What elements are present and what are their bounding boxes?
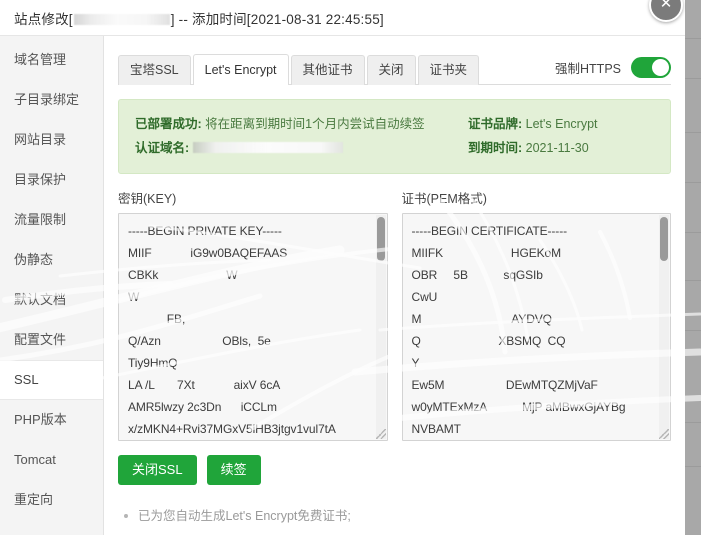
- ssl-panel: 宝塔SSL Let's Encrypt 其他证书 关闭 证书夹 强制HTTPS: [104, 36, 685, 535]
- note-item: 已为您自动生成Let's Encrypt免费证书;: [120, 503, 671, 529]
- scrollbar-thumb[interactable]: [376, 217, 385, 261]
- site-edit-dialog: 站点修改[ ] -- 添加时间[2021-08-31 22:45:55] 域名管理…: [0, 0, 685, 535]
- force-https-control: 强制HTTPS: [555, 57, 671, 84]
- sidebar-item-website-directory[interactable]: 网站目录: [0, 120, 103, 160]
- tab-close[interactable]: 关闭: [366, 55, 416, 85]
- force-https-label: 强制HTTPS: [555, 62, 621, 76]
- key-textarea-content: -----BEGIN PRIVATE KEY----- MIIF iG9w0BA…: [128, 224, 336, 436]
- scrollbar-tick: [685, 466, 701, 467]
- deploy-status-line: 已部署成功: 将在距离到期时间1个月内尝试自动续签: [135, 112, 468, 136]
- cert-textarea-content: -----BEGIN CERTIFICATE----- MIIFK HGEKoM…: [411, 224, 626, 436]
- tab-cert-folder[interactable]: 证书夹: [417, 55, 480, 85]
- key-field-column: 密钥(KEY) -----BEGIN PRIVATE KEY----- MIIF…: [118, 188, 388, 441]
- status-right-column: 证书品牌: Let's Encrypt 到期时间: 2021-11-30: [468, 112, 654, 160]
- ssl-tabbar: 宝塔SSL Let's Encrypt 其他证书 关闭 证书夹 强制HTTPS: [118, 36, 671, 85]
- scrollbar-tick: [685, 330, 701, 331]
- sidebar-item-traffic-limit[interactable]: 流量限制: [0, 200, 103, 240]
- sidebar-item-domain-management[interactable]: 域名管理: [0, 40, 103, 80]
- deploy-status-label: 已部署成功:: [135, 117, 202, 131]
- note-text: 已为您自动生成Let's Encrypt免费证书;: [138, 508, 351, 523]
- dialog-titlebar: 站点修改[ ] -- 添加时间[2021-08-31 22:45:55]: [0, 0, 685, 36]
- dialog-title-prefix: 站点修改[: [14, 11, 73, 27]
- sidebar-item-directory-protection[interactable]: 目录保护: [0, 160, 103, 200]
- sidebar-item-config-file[interactable]: 配置文件: [0, 320, 103, 360]
- scrollbar-tick: [685, 38, 701, 39]
- bullet-icon: [124, 513, 128, 518]
- sidebar-item-php-version[interactable]: PHP版本: [0, 400, 103, 440]
- tab-lets-encrypt[interactable]: Let's Encrypt: [192, 54, 289, 85]
- cert-domain-line: 认证域名:: [135, 136, 468, 160]
- cert-textarea-resize-handle[interactable]: [659, 429, 669, 439]
- scrollbar-tick: [685, 132, 701, 133]
- key-textarea-resize-handle[interactable]: [375, 429, 386, 439]
- scrollbar-tick: [685, 182, 701, 183]
- note-text: 如需使用其他SSL请切换其他证书后粘贴您的KEY以及PEM内容，然后保存即可: [138, 529, 576, 535]
- cert-expire-label: 到期时间:: [468, 141, 523, 155]
- key-field-label: 密钥(KEY): [118, 192, 177, 206]
- cert-domain-label: 认证域名:: [135, 141, 190, 155]
- scrollbar-tick: [685, 78, 701, 79]
- scrollbar-tick: [685, 232, 701, 233]
- close-ssl-button[interactable]: 关闭SSL: [118, 455, 197, 485]
- scrollbar-thumb[interactable]: [660, 217, 668, 261]
- cert-expire-value: 2021-11-30: [525, 141, 589, 155]
- tab-other-cert[interactable]: 其他证书: [290, 55, 365, 85]
- scrollbar-tick: [685, 422, 701, 423]
- toggle-knob: [652, 59, 669, 76]
- deploy-status-value: 将在距离到期时间1个月内尝试自动续签: [205, 117, 425, 131]
- key-textarea-scrollbar[interactable]: [375, 215, 386, 439]
- sidebar-item-ssl[interactable]: SSL: [0, 360, 103, 400]
- dialog-title: 站点修改[ ] -- 添加时间[2021-08-31 22:45:55]: [14, 8, 384, 28]
- sidebar: 域名管理 子目录绑定 网站目录 目录保护 流量限制 伪静态 默认文档 配置文件 …: [0, 36, 104, 535]
- sidebar-item-tomcat[interactable]: Tomcat: [0, 440, 103, 480]
- cert-expire-line: 到期时间: 2021-11-30: [468, 136, 654, 160]
- redacted-cert-domain: [192, 142, 343, 153]
- cert-field-label: 证书(PEM格式): [401, 192, 487, 206]
- dialog-body: 域名管理 子目录绑定 网站目录 目录保护 流量限制 伪静态 默认文档 配置文件 …: [0, 36, 685, 535]
- page-scrollbar[interactable]: [684, 0, 701, 535]
- sidebar-item-default-document[interactable]: 默认文档: [0, 280, 103, 320]
- sidebar-item-redirect[interactable]: 重定向: [0, 480, 103, 520]
- cert-textarea-scrollbar[interactable]: [659, 215, 669, 439]
- ssl-notes: 已为您自动生成Let's Encrypt免费证书; 如需使用其他SSL请切换其他…: [118, 503, 671, 535]
- sidebar-item-subdirectory-binding[interactable]: 子目录绑定: [0, 80, 103, 120]
- scrollbar-tick: [685, 280, 701, 281]
- dialog-title-suffix: ] -- 添加时间[2021-08-31 22:45:55]: [170, 11, 384, 27]
- cert-field-column: 证书(PEM格式) -----BEGIN CERTIFICATE----- MI…: [401, 188, 671, 441]
- sidebar-item-pseudo-static[interactable]: 伪静态: [0, 240, 103, 280]
- cert-brand-value: Let's Encrypt: [525, 117, 598, 131]
- deploy-status-box: 已部署成功: 将在距离到期时间1个月内尝试自动续签 认证域名: 证书品牌: Le…: [118, 99, 671, 174]
- cert-brand-label: 证书品牌:: [468, 117, 523, 131]
- force-https-toggle[interactable]: [631, 57, 671, 78]
- renew-cert-button[interactable]: 续签: [206, 455, 261, 485]
- key-textarea[interactable]: -----BEGIN PRIVATE KEY----- MIIF iG9w0BA…: [118, 213, 388, 441]
- cert-fields-row: 密钥(KEY) -----BEGIN PRIVATE KEY----- MIIF…: [118, 188, 671, 441]
- cert-brand-line: 证书品牌: Let's Encrypt: [468, 112, 654, 136]
- note-item: 如需使用其他SSL请切换其他证书后粘贴您的KEY以及PEM内容，然后保存即可: [120, 529, 671, 535]
- redacted-domain: [73, 13, 170, 25]
- cert-textarea[interactable]: -----BEGIN CERTIFICATE----- MIIFK HGEKoM…: [401, 213, 671, 441]
- action-buttons: 关闭SSL 续签: [118, 455, 671, 485]
- status-left-column: 已部署成功: 将在距离到期时间1个月内尝试自动续签 认证域名:: [135, 112, 468, 160]
- tab-bt-ssl[interactable]: 宝塔SSL: [118, 55, 191, 85]
- tab-list: 宝塔SSL Let's Encrypt 其他证书 关闭 证书夹: [118, 53, 481, 85]
